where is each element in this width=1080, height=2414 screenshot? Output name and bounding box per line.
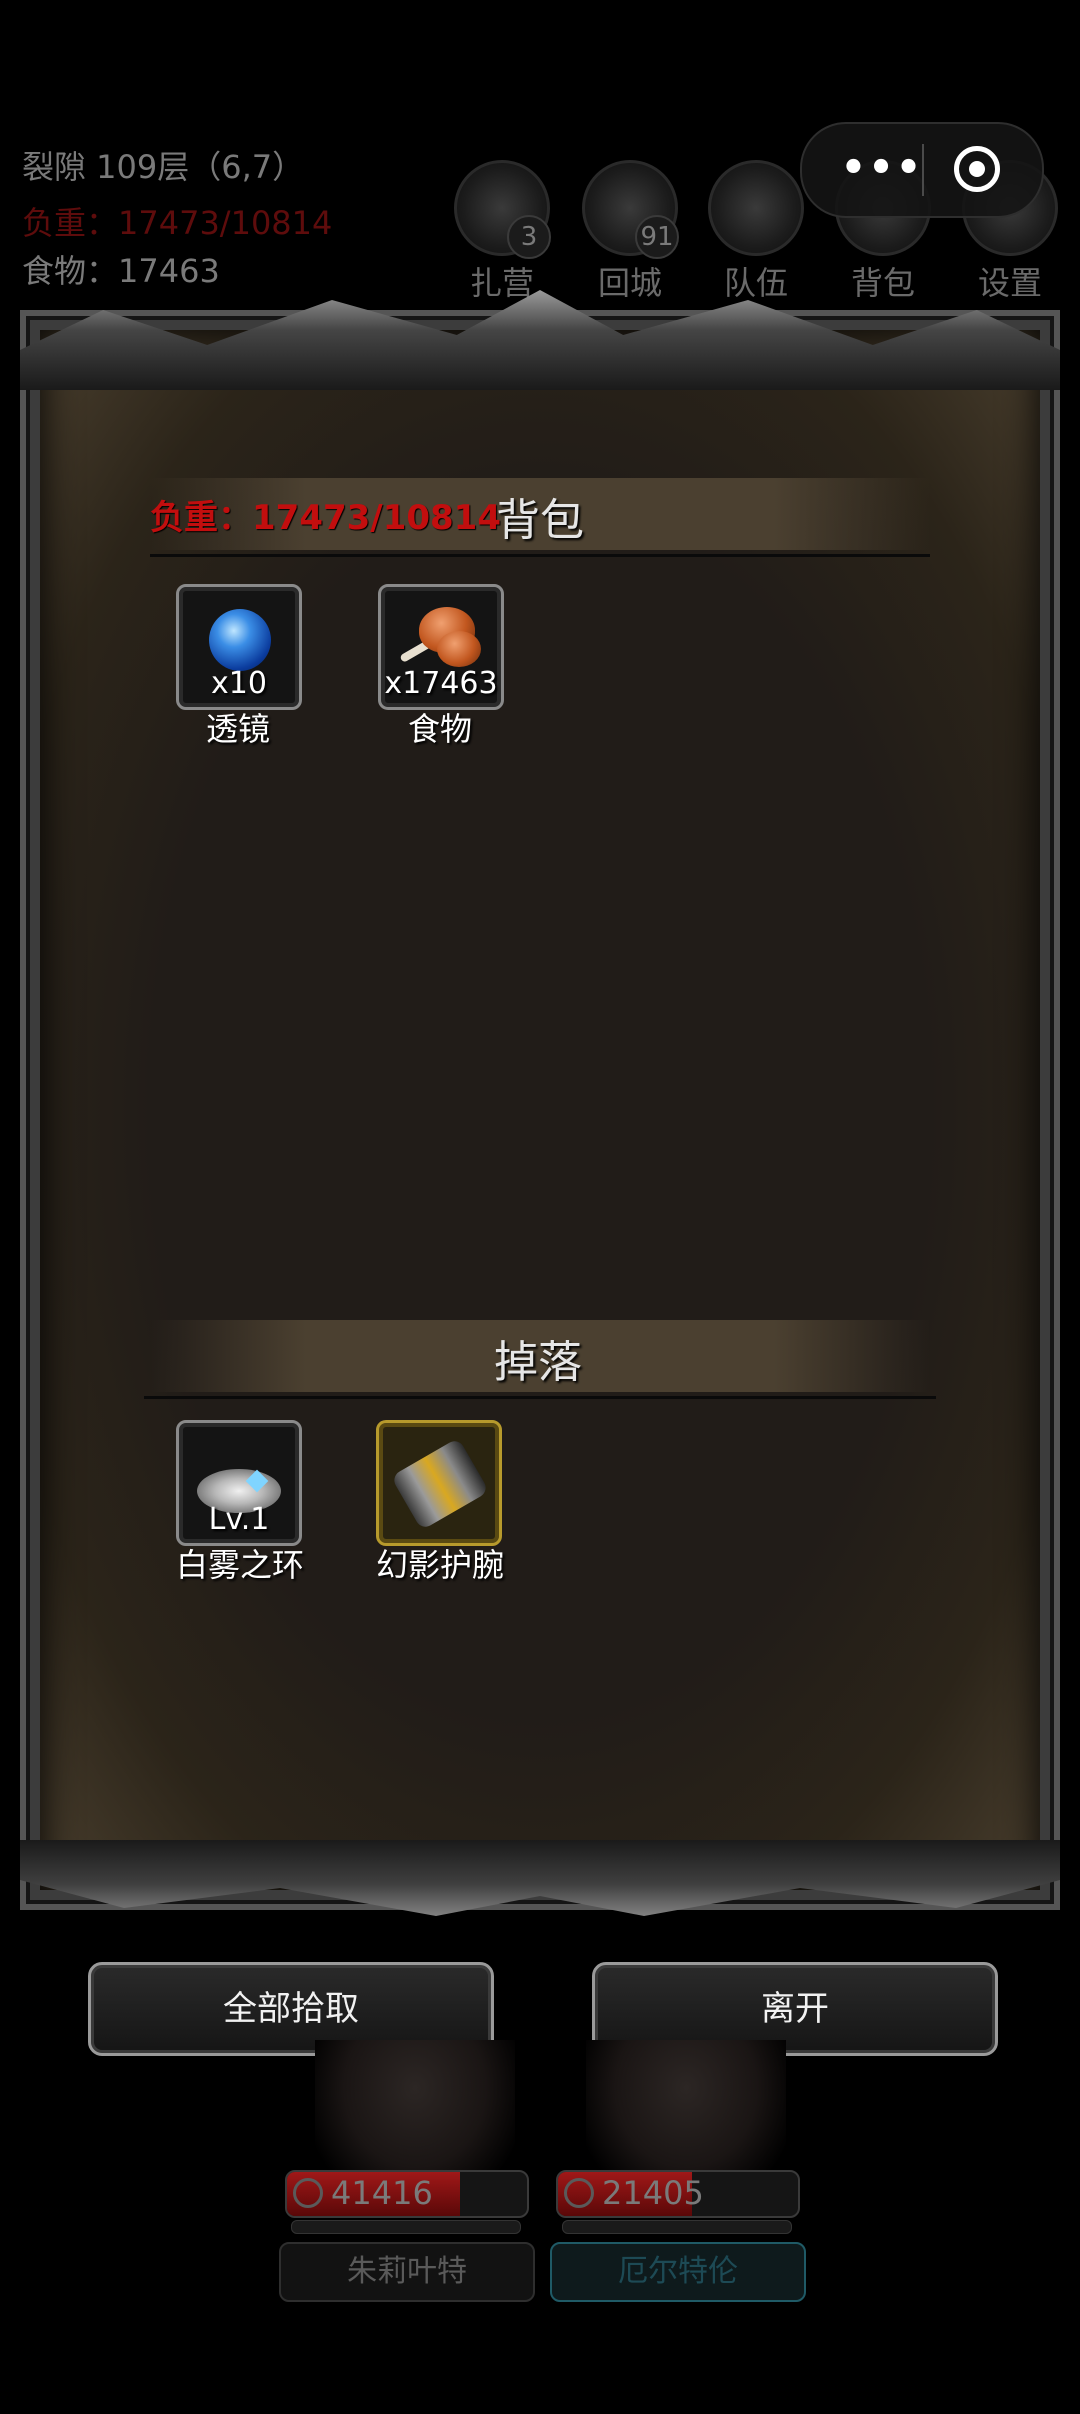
hp-bar: 41416	[285, 2170, 529, 2218]
close-miniprogram-icon[interactable]	[954, 146, 1000, 192]
drop-slot-bracer[interactable]: 幻影护腕	[376, 1420, 505, 1586]
blue-orb-icon	[209, 609, 271, 671]
no-sign-icon	[293, 2178, 323, 2208]
portal-icon: 91	[582, 160, 679, 259]
more-menu-icon[interactable]: •••	[832, 148, 932, 190]
item-frame: Lv.1	[176, 1420, 302, 1546]
item-slot-lens[interactable]: x10 透镜	[176, 584, 302, 750]
backpack-label: 背包	[850, 264, 915, 302]
frame-bottom-ornament	[20, 1840, 1060, 1916]
meat-icon-secondary	[437, 631, 481, 667]
hero-name: 厄尔特伦	[550, 2242, 806, 2302]
frame-top-ornament	[20, 290, 1060, 390]
hp-value: 41416	[331, 2174, 433, 2212]
return-count-badge: 91	[635, 215, 679, 259]
team-label: 队伍	[723, 264, 788, 302]
drops-divider	[144, 1396, 936, 1399]
item-level: Lv.1	[208, 1502, 270, 1537]
camp-button[interactable]: 3 扎营	[452, 160, 552, 304]
hp-bar: 21405	[556, 2170, 800, 2218]
item-frame-legendary	[376, 1420, 502, 1546]
item-quantity: x17463	[384, 666, 498, 701]
no-sign-icon	[564, 2178, 594, 2208]
drop-slot-ring[interactable]: Lv.1 白雾之环	[176, 1420, 305, 1586]
bracer-icon	[390, 1437, 490, 1531]
hp-value: 21405	[602, 2174, 704, 2212]
energy-bar	[291, 2220, 521, 2234]
team-button[interactable]: 队伍	[706, 160, 806, 304]
camp-count-badge: 3	[507, 215, 551, 259]
item-slot-food[interactable]: x17463 食物	[378, 584, 504, 750]
location-label: 裂隙 109层（6,7）	[22, 148, 305, 186]
settings-label: 设置	[977, 264, 1042, 302]
top-hud: 裂隙 109层（6,7） 负重：17473/10814 食物：17463 3 扎…	[0, 0, 1080, 302]
weight-status: 负重：17473/10814	[22, 204, 333, 242]
drops-title: 掉落	[494, 1337, 582, 1388]
campfire-icon: 3	[454, 160, 551, 259]
backpack-divider	[150, 554, 930, 557]
item-quantity: x10	[211, 666, 267, 701]
item-name: 透镜	[205, 710, 270, 748]
miniprogram-capsule: •••	[800, 122, 1044, 218]
return-town-button[interactable]: 91 回城	[580, 160, 680, 304]
item-name: 幻影护腕	[376, 1546, 505, 1584]
backpack-weight: 负重：17473/10814	[150, 498, 501, 538]
capsule-divider	[922, 144, 924, 196]
inventory-panel	[30, 320, 1050, 1900]
item-frame: x10	[176, 584, 302, 710]
hero-name: 朱莉叶特	[279, 2242, 535, 2302]
backpack-title: 背包	[496, 495, 584, 546]
item-name: 食物	[407, 710, 472, 748]
return-town-label: 回城	[597, 264, 662, 302]
item-name: 白雾之环	[176, 1546, 305, 1584]
item-frame: x17463	[378, 584, 504, 710]
team-icon	[708, 160, 804, 256]
energy-bar	[562, 2220, 792, 2234]
food-status: 食物：17463	[22, 252, 220, 290]
